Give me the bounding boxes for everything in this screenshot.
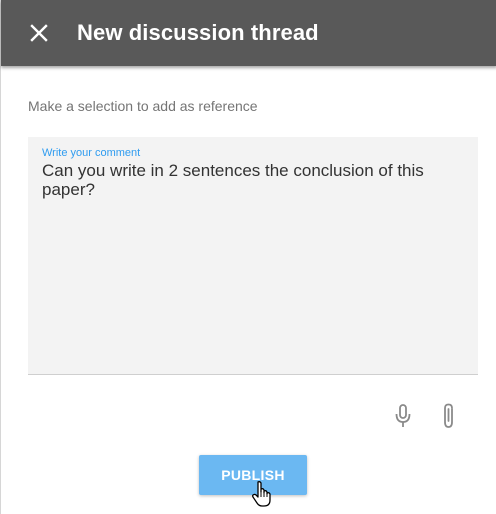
close-icon (30, 24, 48, 42)
publish-button[interactable]: PUBLISH (199, 455, 307, 495)
reference-hint: Make a selection to add as reference (28, 98, 258, 114)
comment-field[interactable]: Write your comment Can you write in 2 se… (28, 137, 478, 375)
discussion-panel: New discussion thread Make a selection t… (0, 0, 496, 514)
microphone-icon (395, 404, 411, 427)
comment-input[interactable]: Can you write in 2 sentences the conclus… (42, 161, 462, 341)
comment-label: Write your comment (42, 147, 141, 159)
close-button[interactable] (28, 22, 50, 44)
paperclip-icon (444, 403, 453, 428)
microphone-button[interactable] (391, 402, 415, 430)
attach-button[interactable] (437, 402, 461, 430)
page-title: New discussion thread (77, 20, 319, 45)
panel-header: New discussion thread (1, 0, 496, 66)
